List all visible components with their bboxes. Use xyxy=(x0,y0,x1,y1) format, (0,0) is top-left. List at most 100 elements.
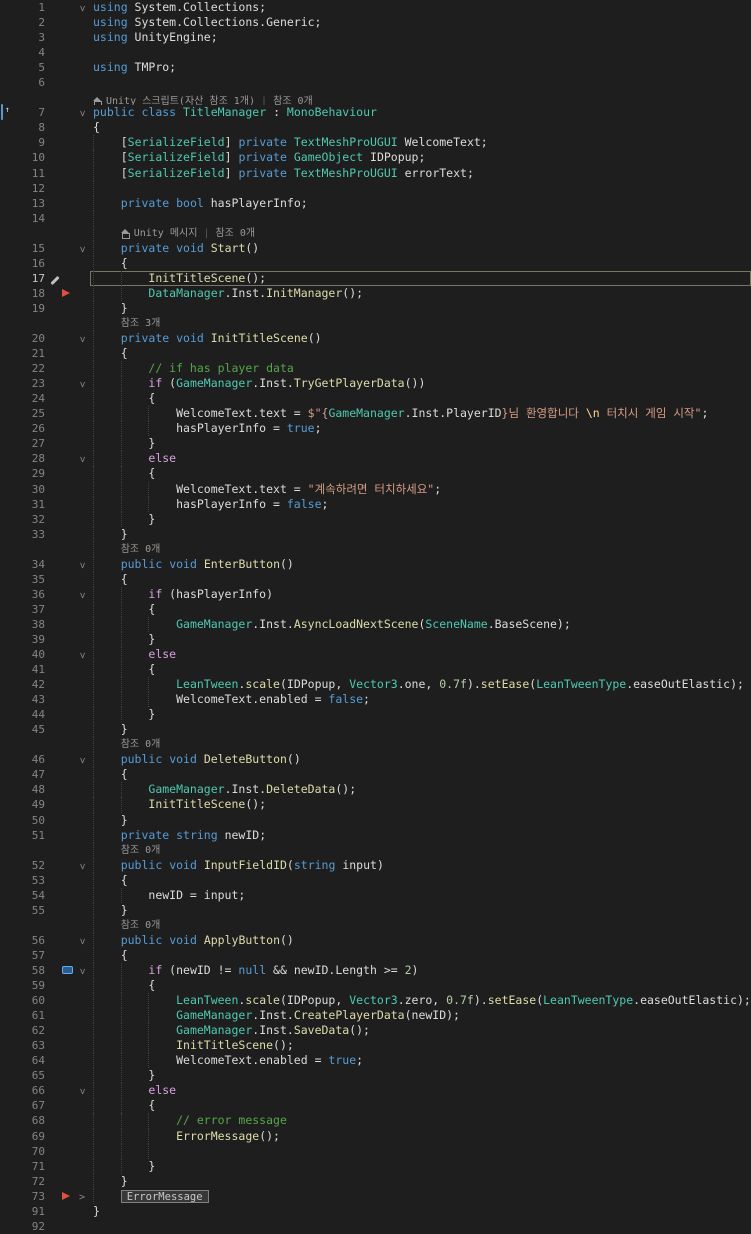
line-content[interactable]: } xyxy=(90,526,751,542)
token[interactable]: WelcomeText.text = xyxy=(176,482,308,496)
line-content[interactable]: } xyxy=(90,812,751,828)
fold-toggle[interactable]: > xyxy=(74,0,90,15)
fold-toggle[interactable]: > xyxy=(74,587,90,602)
code-line[interactable]: 27 } xyxy=(0,436,751,452)
token[interactable]: GameManager xyxy=(176,617,252,631)
token[interactable] xyxy=(204,331,211,345)
code-line[interactable]: 26 hasPlayerInfo = true; xyxy=(0,421,751,437)
code-line[interactable]: 48 GameManager.Inst.DeleteData(); xyxy=(0,782,751,798)
codelens-link[interactable]: 참조 0개 xyxy=(121,737,161,752)
token[interactable]: ; xyxy=(363,692,370,706)
token[interactable]: }님 환영합니다 xyxy=(502,406,586,420)
line-content[interactable]: } xyxy=(90,1204,751,1219)
line-content[interactable]: [SerializeField] private TextMeshProUGUI… xyxy=(90,135,751,151)
token[interactable]: string xyxy=(176,828,218,842)
fold-toggle[interactable]: > xyxy=(74,1189,90,1204)
code-line[interactable]: 47 { xyxy=(0,767,751,783)
line-number[interactable]: 73 xyxy=(18,1189,48,1204)
line-number[interactable]: 9 xyxy=(18,135,48,150)
line-content[interactable]: // if has player data xyxy=(90,361,751,377)
token[interactable]: // error message xyxy=(176,1113,287,1127)
token[interactable]: LeanTweenType xyxy=(543,993,633,1007)
fold-toggle[interactable]: > xyxy=(74,963,90,978)
token[interactable]: ApplyButton xyxy=(204,933,280,947)
fold-toggle[interactable]: > xyxy=(74,451,90,466)
line-content[interactable]: DataManager.Inst.InitManager(); xyxy=(90,285,751,301)
code-line[interactable]: 37 { xyxy=(0,601,751,617)
token[interactable] xyxy=(176,105,183,119)
token[interactable]: } xyxy=(148,1068,155,1082)
token[interactable]: WelcomeText.enabled = xyxy=(176,692,328,706)
line-number[interactable]: 21 xyxy=(18,346,48,361)
token[interactable]: void xyxy=(169,858,197,872)
collapsed-region[interactable]: ErrorMessage xyxy=(120,1189,209,1203)
token[interactable]: { xyxy=(121,948,128,962)
line-content[interactable]: { xyxy=(90,391,751,407)
line-content[interactable]: private void InitTitleScene() xyxy=(90,331,751,347)
token[interactable]: [ xyxy=(121,135,128,149)
token[interactable]: : xyxy=(266,105,287,119)
code-line[interactable]: 41 { xyxy=(0,662,751,678)
line-content[interactable]: ErrorMessage xyxy=(90,1188,751,1204)
token[interactable]: ). xyxy=(467,677,481,691)
token[interactable]: WelcomeText.enabled = xyxy=(176,1053,328,1067)
line-number[interactable] xyxy=(18,737,48,752)
token[interactable]: (); xyxy=(335,782,356,796)
code-line[interactable]: 25 WelcomeText.text = $"{GameManager.Ins… xyxy=(0,406,751,422)
line-number[interactable]: 65 xyxy=(18,1068,48,1083)
token[interactable]: { xyxy=(121,572,128,586)
token[interactable]: private xyxy=(121,331,169,345)
codelens-link[interactable]: Unity 메시지 xyxy=(120,226,197,241)
code-line[interactable]: 33 } xyxy=(0,526,751,542)
line-number[interactable]: 39 xyxy=(18,632,48,647)
code-line[interactable]: 22 // if has player data xyxy=(0,361,751,377)
codelens-content[interactable]: Unity 스크립트(자산 참조 1개) | 참조 0개 xyxy=(90,90,751,106)
line-number[interactable]: 26 xyxy=(18,421,48,436)
line-number[interactable]: 54 xyxy=(18,888,48,903)
line-number[interactable]: 38 xyxy=(18,617,48,632)
codelens-content[interactable]: 참조 0개 xyxy=(90,737,751,753)
token[interactable]: (); xyxy=(342,286,363,300)
line-content[interactable]: newID = input; xyxy=(90,887,751,903)
code-line[interactable]: 19 } xyxy=(0,300,751,316)
token[interactable]: { xyxy=(148,1098,155,1112)
token[interactable]: TryGetPlayerData xyxy=(294,376,405,390)
token[interactable]: GameManager xyxy=(176,376,252,390)
fold-toggle[interactable]: > xyxy=(74,331,90,346)
token[interactable]: System.Collections; xyxy=(128,0,267,14)
line-content[interactable]: { xyxy=(90,120,751,135)
token[interactable]: SceneName xyxy=(425,617,487,631)
token[interactable]: (hasPlayerInfo) xyxy=(162,587,273,601)
fold-toggle[interactable]: > xyxy=(74,752,90,767)
token[interactable]: (); xyxy=(349,1023,370,1037)
token[interactable]: { xyxy=(148,978,155,992)
line-content[interactable]: [SerializeField] private GameObject IDPo… xyxy=(90,150,751,166)
token[interactable]: using xyxy=(93,0,128,14)
token[interactable]: void xyxy=(176,331,204,345)
token[interactable]: SaveData xyxy=(294,1023,349,1037)
token[interactable]: } xyxy=(121,527,128,541)
token[interactable]: .BaseScene); xyxy=(488,617,571,631)
token[interactable]: TitleManager xyxy=(183,105,266,119)
code-line[interactable]: 58 > if (newID != null && newID.Length >=… xyxy=(0,963,751,979)
line-number[interactable]: 34 xyxy=(18,557,48,572)
code-line[interactable]: 34 > public void EnterButton() xyxy=(0,556,751,572)
token[interactable]: newID; xyxy=(218,828,267,842)
code-line[interactable]: 51 private string newID; xyxy=(0,827,751,843)
code-line[interactable]: 29 { xyxy=(0,466,751,482)
code-line[interactable]: 57 { xyxy=(0,947,751,963)
token[interactable]: .Inst. xyxy=(225,782,267,796)
line-content[interactable]: public void ApplyButton() xyxy=(90,932,751,948)
token[interactable]: hasPlayerInfo; xyxy=(204,196,308,210)
line-content[interactable]: public class TitleManager : MonoBehaviou… xyxy=(90,105,751,120)
token[interactable]: DataManager xyxy=(148,286,224,300)
token[interactable]: public xyxy=(121,933,163,947)
line-number[interactable]: 28 xyxy=(18,451,48,466)
token[interactable]: () xyxy=(287,752,301,766)
token[interactable]: } xyxy=(148,707,155,721)
token[interactable]: ; xyxy=(701,406,708,420)
token[interactable]: Start xyxy=(211,241,246,255)
line-content[interactable]: } xyxy=(90,511,751,527)
code-line[interactable]: 69 ErrorMessage(); xyxy=(0,1128,751,1144)
token[interactable]: public xyxy=(121,557,163,571)
